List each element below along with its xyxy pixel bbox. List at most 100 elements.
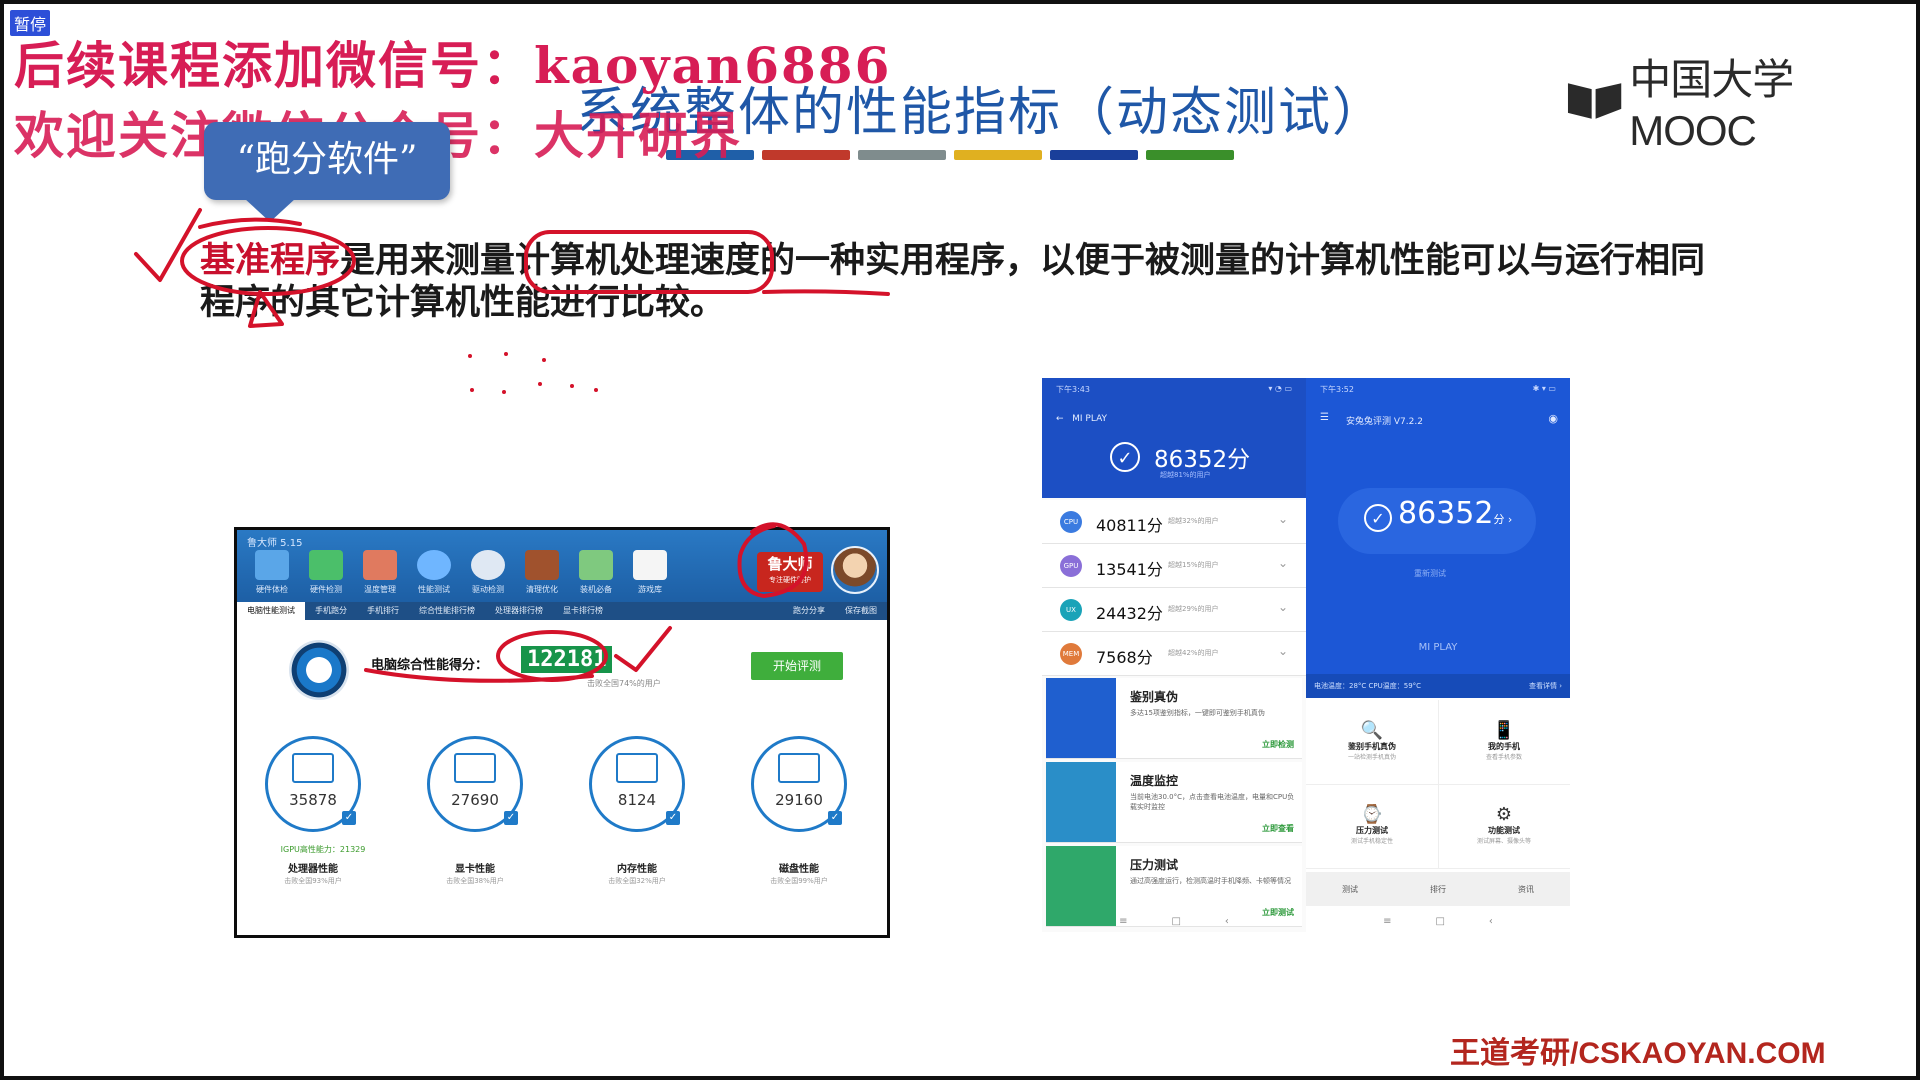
grid-label: 压力测试 — [1356, 826, 1388, 835]
phone-icon: 📱 — [1492, 720, 1516, 741]
toolbar-label: 温度管理 — [364, 585, 396, 594]
mem-rank: 超越42%的用户 — [1168, 649, 1219, 657]
card-link[interactable]: 立即检测 — [1262, 739, 1294, 750]
cpu-score-ring: 35878 ✓ — [265, 736, 361, 832]
toolbar-label: 性能测试 — [418, 585, 450, 594]
callout-bubble: “跑分软件” — [204, 122, 450, 200]
disk-score: 29160 — [775, 791, 823, 809]
temperature-bar: 电池温度：28°C CPU温度：59°C 查看详情 › — [1306, 674, 1570, 698]
tab-gpu-rank[interactable]: 显卡排行榜 — [553, 602, 613, 620]
cpu-rank: 击败全国93%用户 — [284, 877, 342, 885]
tab-pc-test[interactable]: 电脑性能测试 — [237, 602, 305, 620]
grid-sub: 一站检测手机真伪 — [1347, 754, 1396, 761]
card-desc: 通过高强度运行，检测高温时手机降频、卡顿等情况 — [1130, 877, 1291, 885]
performance-gauge-icon[interactable] — [417, 550, 451, 580]
home-icon[interactable]: □ — [1171, 916, 1180, 927]
monitor-icon — [292, 753, 334, 783]
gpu-score: 27690 — [451, 791, 499, 809]
phone-b-score: 86352分 › — [1398, 496, 1512, 531]
details-link[interactable]: 查看详情 › — [1529, 674, 1562, 698]
mooc-book-icon — [1567, 82, 1622, 119]
phone-b-header: 下午3:52 ✱ ▾ ▭ ☰ 安兔兔评测 V7.2.2 ◉ ✓ 86352分 ›… — [1306, 378, 1570, 698]
grid-stress[interactable]: ⌚ 压力测试 测试手机稳定性 — [1306, 784, 1439, 869]
menu-icon[interactable]: ≡ — [1119, 916, 1127, 927]
score-percentile: 击败全国74%的用户 — [587, 679, 661, 688]
cpu-badge: CPU — [1060, 511, 1082, 533]
tab-news[interactable]: 资讯 — [1518, 884, 1534, 895]
ux-badge: UX — [1060, 599, 1082, 621]
tab-test[interactable]: 测试 — [1342, 884, 1358, 895]
grid-sub: 测试屏幕、摄像头等 — [1476, 838, 1531, 845]
gpu-score-row[interactable]: GPU 13541分 超越15%的用户 ⌄ — [1042, 544, 1306, 588]
device-name: MI PLAY — [1418, 642, 1458, 653]
memory-score: 8124 — [617, 791, 657, 809]
score-label: 电脑综合性能得分： — [371, 658, 489, 673]
tab-overall-rank[interactable]: 综合性能排行榜 — [409, 602, 485, 620]
card-title: 温度监控 — [1130, 774, 1179, 788]
tab-cpu-rank[interactable]: 处理器排行榜 — [485, 602, 553, 620]
cpu-score-row[interactable]: CPU 40811分 超越32%的用户 ⌄ — [1042, 500, 1306, 544]
toolbar-label: 硬件检测 — [310, 585, 342, 594]
title-bar-2 — [858, 150, 946, 160]
share-button[interactable]: 跑分分享 — [783, 602, 835, 620]
cleanup-icon[interactable] — [525, 550, 559, 580]
grid-sub: 查看手机参数 — [1485, 754, 1522, 761]
memory-icon — [616, 753, 658, 783]
back-icon[interactable]: ‹ — [1489, 916, 1493, 927]
software-icon[interactable] — [579, 550, 613, 580]
grid-my-phone[interactable]: 📱 我的手机 查看手机参数 — [1438, 700, 1570, 785]
phone-screen-details: 下午3:43 ▾ ◔ ▭ ← MI PLAY ✓ 86352分 超越81%的用户… — [1042, 378, 1306, 932]
verify-card[interactable]: 鉴别真伪 多达15项鉴别指标，一键即可鉴别手机真伪 立即检测 — [1046, 678, 1302, 759]
gpu-score-ring: 27690 ✓ — [427, 736, 523, 832]
brand-name: 鲁大师 — [767, 555, 813, 573]
temperature-icon[interactable] — [363, 550, 397, 580]
phone-a-score: 86352分 — [1154, 447, 1251, 473]
speed-gauge-icon — [289, 640, 349, 700]
gamepad-icon[interactable] — [633, 550, 667, 580]
start-benchmark-button[interactable]: 开始评测 — [751, 652, 843, 680]
gpu-rank: 击败全国38%用户 — [446, 877, 504, 885]
cpu-caption: 处理器性能 — [288, 864, 338, 875]
overall-score: 122181 — [521, 646, 613, 673]
brand-sub: 专注硬件防护 — [769, 576, 811, 584]
pc-toolbar: 鲁大师 5.15 硬件体检 硬件检测 温度管理 性能测试 驱动检测 清理优化 装… — [237, 530, 887, 602]
grid-verify[interactable]: 🔍 鉴别手机真伪 一站检测手机真伪 — [1306, 700, 1439, 785]
driver-icon[interactable] — [471, 550, 505, 580]
phone-a-nav: ← MI PLAY — [1056, 414, 1107, 424]
back-arrow-icon[interactable]: ← — [1056, 414, 1064, 424]
title-bar-3 — [954, 150, 1042, 160]
retest-link[interactable]: 重新测试 — [1414, 568, 1446, 579]
back-icon[interactable]: ‹ — [1225, 916, 1229, 927]
stress-test-card[interactable]: 压力测试 通过高强度运行，检测高温时手机降频、卡顿等情况 立即测试 — [1046, 846, 1302, 927]
temperature-card[interactable]: 温度监控 当前电池30.0°C，点击查看电池温度，电量和CPU负载实时监控 立即查看 — [1046, 762, 1302, 843]
hardware-detect-icon[interactable] — [309, 550, 343, 580]
checkmark-annotation — [134, 208, 202, 282]
check-icon: ✓ — [342, 811, 356, 825]
user-icon[interactable]: ◉ — [1548, 412, 1558, 425]
tab-phone-score[interactable]: 手机跑分 — [305, 602, 357, 620]
phone-a-header: 下午3:43 ▾ ◔ ▭ ← MI PLAY ✓ 86352分 超越81%的用户 — [1042, 378, 1306, 498]
footer-brand: 王道考研/CSKAOYAN.COM — [1450, 1037, 1826, 1070]
screenshot-button[interactable]: 保存截图 — [835, 602, 887, 620]
phone-screen-summary: 下午3:52 ✱ ▾ ▭ ☰ 安兔兔评测 V7.2.2 ◉ ✓ 86352分 ›… — [1306, 378, 1570, 932]
home-icon[interactable]: □ — [1435, 916, 1444, 927]
toolbar-label: 清理优化 — [526, 585, 558, 594]
pc-tab-bar: 电脑性能测试 手机跑分 手机排行 综合性能排行榜 处理器排行榜 显卡排行榜 跑分… — [237, 602, 887, 620]
card-link[interactable]: 立即查看 — [1262, 823, 1294, 834]
title-bar-1 — [762, 150, 850, 160]
ux-score-row[interactable]: UX 24432分 超越29%的用户 ⌄ — [1042, 588, 1306, 632]
gear-icon: ⚙ — [1495, 804, 1513, 825]
hardware-checkup-icon[interactable] — [255, 550, 289, 580]
mem-value: 7568分 — [1096, 648, 1153, 667]
definition-body: 是用来测量计算机处理速度的一种实用程序，以便于被测量的计算机性能可以与运行相同程… — [200, 240, 1706, 323]
mem-score-row[interactable]: MEM 7568分 超越42%的用户 ⌄ — [1042, 632, 1306, 676]
mascot-avatar — [831, 546, 879, 594]
menu-icon[interactable]: ☰ — [1320, 412, 1329, 423]
gpu-icon — [454, 753, 496, 783]
status-icons: ✱ ▾ ▭ — [1532, 384, 1556, 393]
card-title: 鉴别真伪 — [1130, 690, 1179, 704]
menu-icon[interactable]: ≡ — [1383, 916, 1391, 927]
grid-function[interactable]: ⚙ 功能测试 测试屏幕、摄像头等 — [1438, 784, 1570, 869]
tab-phone-rank[interactable]: 手机排行 — [357, 602, 409, 620]
tab-rank[interactable]: 排行 — [1430, 884, 1446, 895]
